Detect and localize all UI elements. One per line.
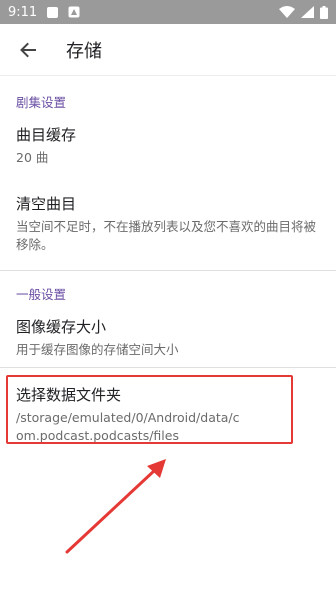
section-header-general-settings: 一般设置 bbox=[16, 287, 67, 302]
arrow-back-icon bbox=[20, 42, 36, 57]
pref-summary: 当空间不足时，不在播放列表以及您不喜欢的曲目将被移除。 bbox=[16, 219, 317, 252]
item-divider bbox=[0, 367, 336, 368]
section-header-episode-settings: 剧集设置 bbox=[16, 95, 67, 110]
pref-title: 曲目缓存 bbox=[16, 126, 77, 144]
section-divider bbox=[0, 270, 336, 271]
status-bar: 9:11 bbox=[0, 0, 336, 24]
pref-summary: 20 曲 bbox=[16, 150, 49, 165]
pref-clear-tracks[interactable]: 清空曲目 当空间不足时，不在播放列表以及您不喜欢的曲目将被移除。 bbox=[0, 193, 336, 254]
signal-icon bbox=[301, 6, 314, 18]
pref-summary: 用于缓存图像的存储空间大小 bbox=[16, 342, 179, 357]
page-title: 存储 bbox=[66, 40, 102, 62]
pref-title: 清空曲目 bbox=[16, 195, 77, 213]
notification-square-icon bbox=[47, 6, 59, 18]
sim-square-icon bbox=[68, 6, 80, 18]
app-bar: 存储 bbox=[0, 24, 336, 76]
pref-track-cache[interactable]: 曲目缓存 20 曲 bbox=[0, 124, 336, 167]
wifi-icon bbox=[279, 6, 295, 18]
battery-icon bbox=[320, 5, 328, 19]
pref-title: 图像缓存大小 bbox=[16, 318, 107, 336]
pref-image-cache-size[interactable]: 图像缓存大小 用于缓存图像的存储空间大小 bbox=[0, 316, 336, 359]
back-button[interactable] bbox=[8, 30, 48, 70]
highlight-box bbox=[6, 375, 293, 444]
status-time: 9:11 bbox=[8, 4, 38, 20]
